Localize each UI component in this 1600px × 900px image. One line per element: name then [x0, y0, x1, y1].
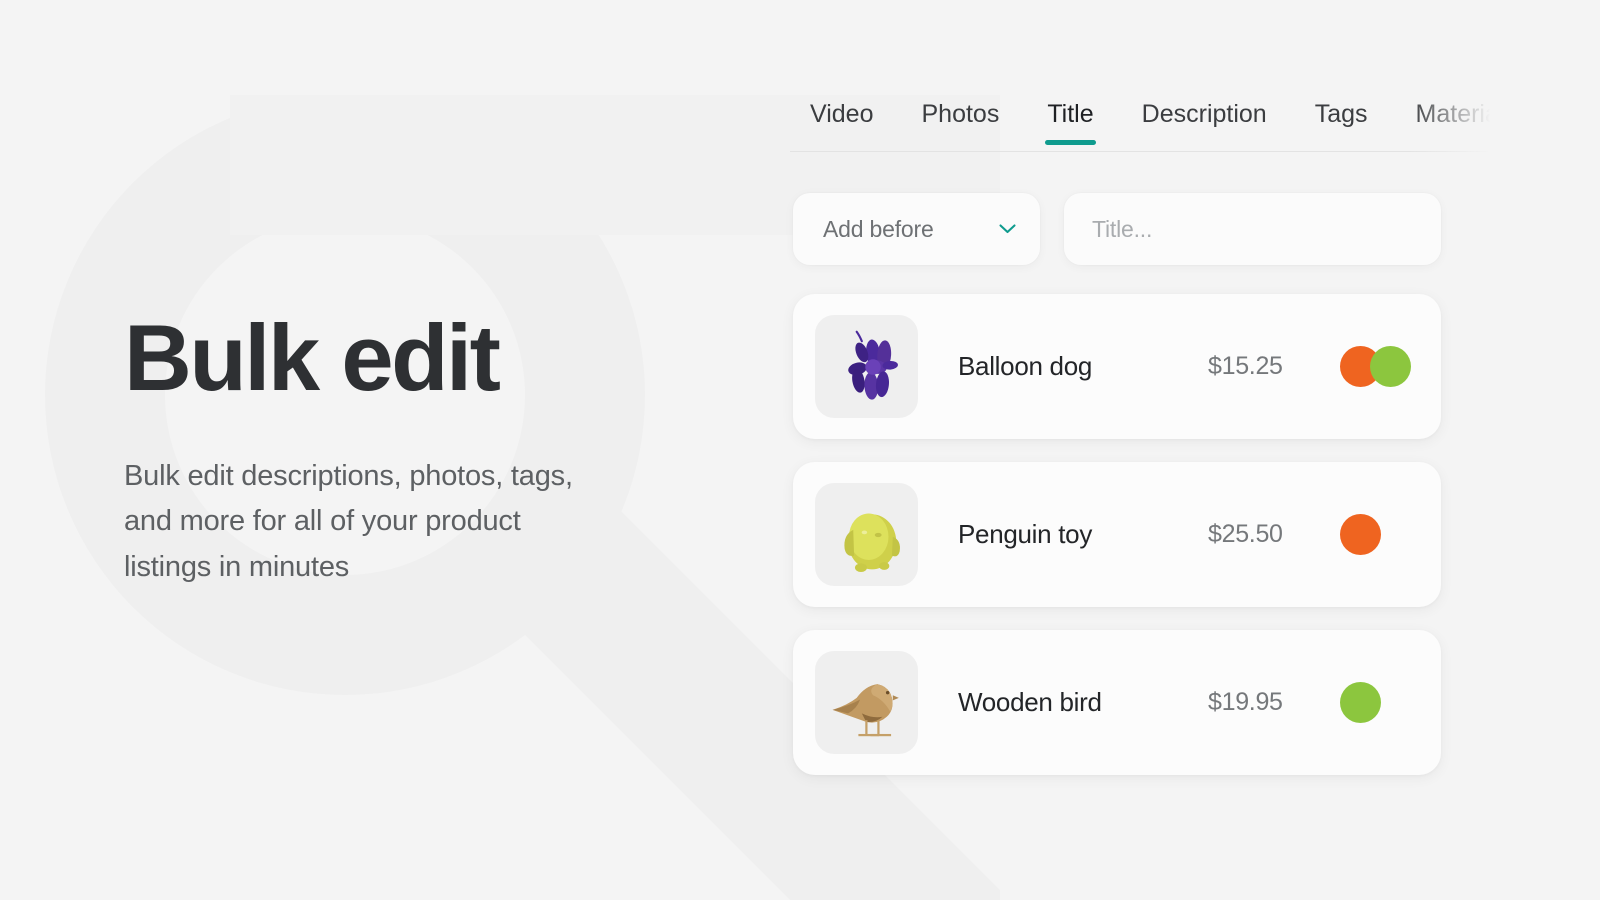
- tab-video[interactable]: Video: [808, 96, 876, 145]
- page-subtitle: Bulk edit descriptions, photos, tags, an…: [124, 459, 573, 584]
- product-list: Balloon dog $15.25 Penguin toy $25.50 Wo…: [793, 294, 1441, 775]
- status-badge-group: [1328, 514, 1407, 555]
- penguin-toy-image: [843, 513, 900, 572]
- bulk-edit-panel: Video Photos Title Description Tags Mate…: [790, 0, 1600, 900]
- table-row[interactable]: Balloon dog $15.25: [793, 294, 1441, 439]
- product-thumbnail: [815, 315, 918, 418]
- page-title: Bulk edit: [124, 304, 501, 410]
- chevron-down-icon: [999, 224, 1016, 234]
- tab-materials[interactable]: Materials: [1414, 96, 1519, 145]
- status-badge-group: [1328, 346, 1411, 387]
- product-thumbnail: [815, 483, 918, 586]
- hero-section: Bulk edit Bulk edit descriptions, photos…: [0, 0, 790, 900]
- product-thumbnail: [815, 651, 918, 754]
- product-name: Wooden bird: [958, 687, 1102, 717]
- position-select-label: Add before: [823, 215, 934, 242]
- tab-description[interactable]: Description: [1140, 96, 1269, 145]
- tab-tags[interactable]: Tags: [1313, 96, 1370, 145]
- tab-bar-container: Video Photos Title Description Tags Mate…: [790, 96, 1600, 152]
- table-row[interactable]: Penguin toy $25.50: [793, 462, 1441, 607]
- product-name: Balloon dog: [958, 351, 1093, 381]
- wooden-bird-image: [832, 683, 899, 736]
- status-badge-green[interactable]: [1370, 346, 1411, 387]
- product-price: $19.95: [1208, 688, 1283, 716]
- status-badge-group: [1328, 682, 1407, 723]
- table-row[interactable]: Wooden bird $19.95: [793, 630, 1441, 775]
- product-name: Penguin toy: [958, 519, 1093, 549]
- product-price: $15.25: [1208, 352, 1283, 380]
- balloon-dog-image: [847, 330, 898, 400]
- position-select[interactable]: Add before: [793, 193, 1040, 265]
- status-badge-orange[interactable]: [1340, 514, 1381, 555]
- tab-bar: Video Photos Title Description Tags Mate…: [790, 96, 1600, 152]
- tab-title[interactable]: Title: [1045, 96, 1096, 145]
- status-badge-green[interactable]: [1340, 682, 1381, 723]
- title-input-wrapper[interactable]: [1064, 193, 1441, 265]
- title-input[interactable]: [1092, 215, 1413, 243]
- bulk-edit-promo-screen: Bulk edit Bulk edit descriptions, photos…: [0, 0, 1600, 900]
- product-price: $25.50: [1208, 520, 1283, 548]
- edit-controls-row: Add before: [793, 193, 1441, 265]
- tab-photos[interactable]: Photos: [920, 96, 1002, 145]
